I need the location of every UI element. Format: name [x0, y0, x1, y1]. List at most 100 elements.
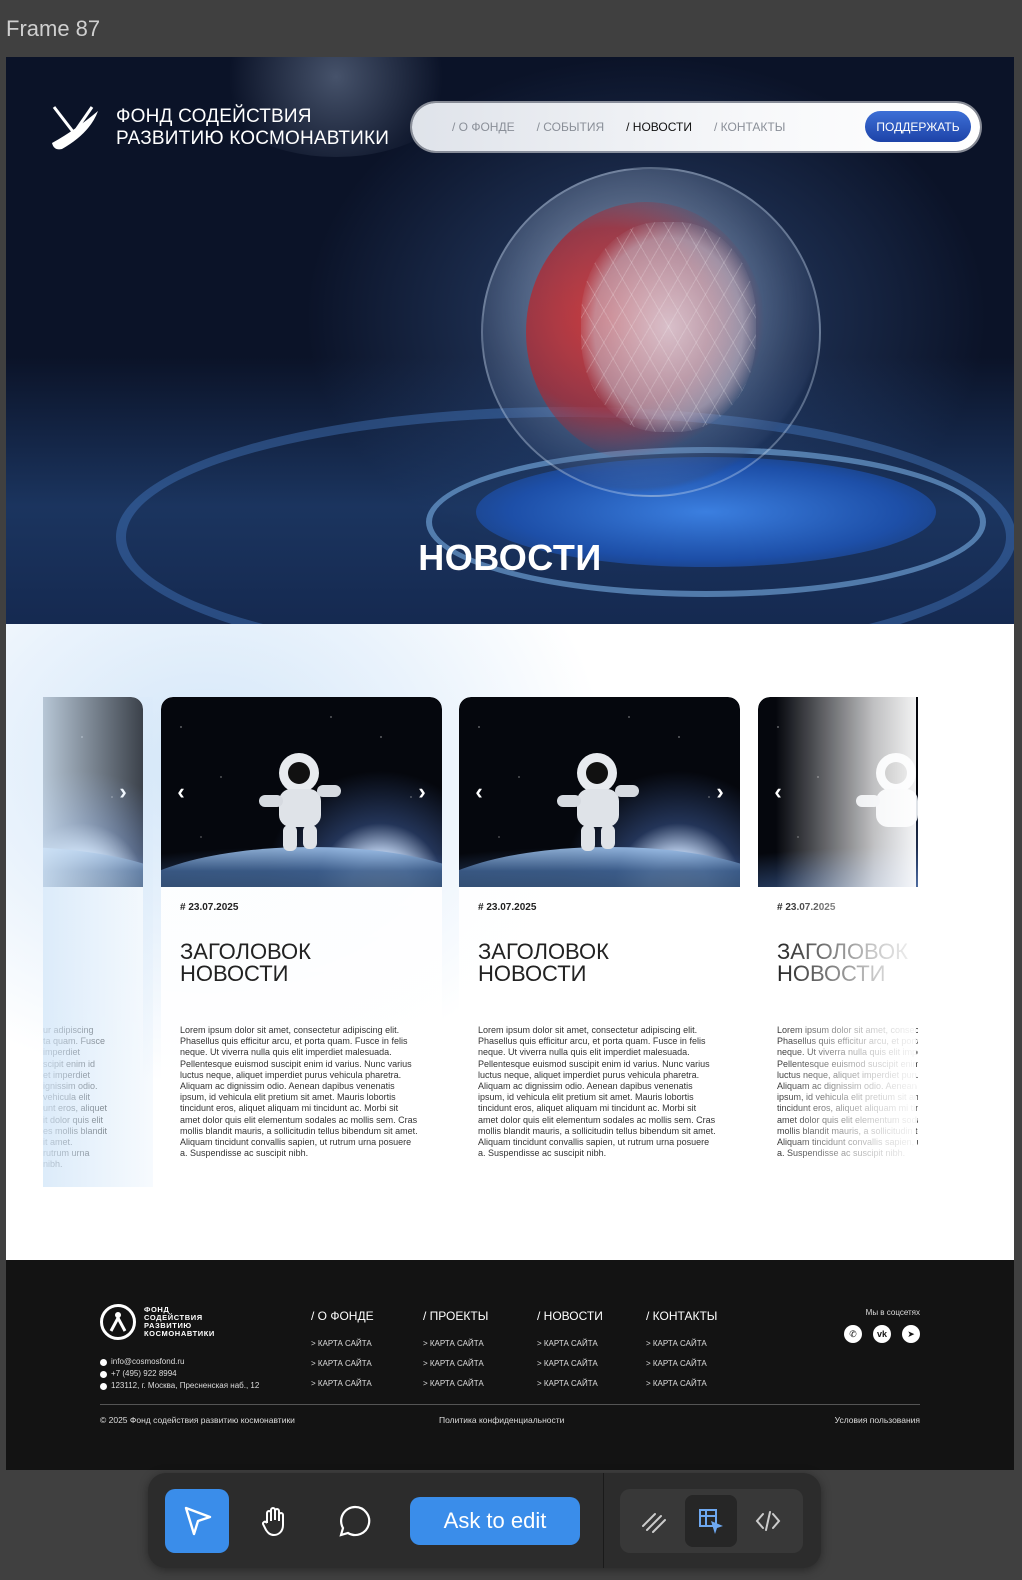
- footer-link[interactable]: > КАРТА САЙТА: [311, 1379, 374, 1388]
- social-label: Мы в соцсетях: [865, 1308, 920, 1317]
- phone-icon: [100, 1370, 107, 1378]
- code-mode-button[interactable]: [742, 1495, 794, 1547]
- next-arrow-icon[interactable]: ›: [710, 781, 730, 803]
- footer-email-text: info@cosmosfond.ru: [111, 1357, 185, 1366]
- astronaut-image: [856, 753, 918, 827]
- frame-label: Frame 87: [6, 16, 101, 41]
- prev-arrow-icon[interactable]: ‹: [469, 781, 489, 803]
- footer-logo-line: космонавтики: [144, 1329, 215, 1338]
- footer-link[interactable]: > КАРТА САЙТА: [311, 1359, 374, 1368]
- footer-col-title[interactable]: / ПРОЕКТЫ: [423, 1309, 488, 1323]
- toolbar-divider: [603, 1473, 604, 1568]
- page-title: НОВОСТИ: [418, 537, 602, 578]
- news-card-title: Заголовок новости: [180, 939, 311, 986]
- news-card: › ur adipiscing ta quam. Fusce imperdiet…: [43, 697, 143, 1177]
- design-mode-icon: [699, 1509, 723, 1534]
- footer-link[interactable]: > КАРТА САЙТА: [537, 1359, 603, 1368]
- news-card-text: Lorem ipsum dolor sit amet, consectetur …: [777, 1025, 918, 1159]
- prev-arrow-icon[interactable]: ‹: [171, 781, 191, 803]
- news-card-image: ‹: [758, 697, 918, 887]
- terms-link[interactable]: Условия пользования: [835, 1415, 920, 1425]
- site-footer: Фонд содействия развитию космонавтики in…: [6, 1260, 1014, 1470]
- news-card[interactable]: ‹ › # 23.07.2025 Заголовок новости Lorem…: [161, 697, 442, 1177]
- footer-address: 123112, г. Москва, Пресненская наб., 12: [100, 1380, 259, 1392]
- news-section: › ur adipiscing ta quam. Fusce imperdiet…: [6, 624, 1014, 1260]
- footer-link[interactable]: > КАРТА САЙТА: [537, 1339, 603, 1348]
- footer-address-text: 123112, г. Москва, Пресненская наб., 12: [111, 1381, 260, 1390]
- footer-col-contacts: / КОНТАКТЫ > КАРТА САЙТА > КАРТА САЙТА >…: [646, 1309, 717, 1399]
- draw-mode-icon: [642, 1513, 666, 1533]
- news-card-title: Заголовок новости: [478, 939, 609, 986]
- nav-item-events[interactable]: / СОБЫТИЯ: [537, 120, 605, 134]
- vk-icon[interactable]: vk: [873, 1325, 891, 1343]
- news-card-image: ‹ ›: [459, 697, 740, 887]
- footer-link[interactable]: > КАРТА САЙТА: [646, 1359, 717, 1368]
- privacy-link[interactable]: Политика конфиденциальности: [439, 1415, 564, 1425]
- design-frame: Фонд содействия развитию космонавтики / …: [6, 57, 1014, 1470]
- news-card-text: ur adipiscing ta quam. Fusce imperdiet s…: [43, 1025, 108, 1170]
- news-card-date: # 23.07.2025: [180, 902, 239, 913]
- draw-mode-button[interactable]: [628, 1495, 680, 1547]
- astronaut-image: [557, 753, 639, 851]
- copyright: © 2025 Фонд содействия развитию космонав…: [100, 1415, 295, 1425]
- footer-col-title[interactable]: / О ФОНДЕ: [311, 1309, 374, 1323]
- footer-col-title[interactable]: / НОВОСТИ: [537, 1309, 603, 1323]
- support-button[interactable]: ПОДДЕРЖАТЬ: [865, 111, 971, 142]
- footer-col-projects: / ПРОЕКТЫ > КАРТА САЙТА > КАРТА САЙТА > …: [423, 1309, 488, 1399]
- news-card-title: Заголовок новости: [777, 939, 908, 986]
- move-tool-icon: [184, 1506, 212, 1536]
- news-card-image: ›: [43, 697, 143, 887]
- news-card-partial-left[interactable]: › ur adipiscing ta quam. Fusce imperdiet…: [43, 624, 143, 1260]
- comment-tool-icon: [339, 1505, 371, 1537]
- nav-item-news[interactable]: / НОВОСТИ: [626, 120, 692, 134]
- news-card-partial-right[interactable]: ‹ # 23.07.2025 Заголовок новости Lorem i…: [758, 624, 918, 1260]
- footer-phone-text: +7 (495) 922 8994: [111, 1369, 177, 1378]
- next-arrow-icon[interactable]: ›: [412, 781, 432, 803]
- hero-section: Фонд содействия развитию космонавтики / …: [6, 57, 1014, 624]
- whatsapp-icon[interactable]: ✆: [844, 1325, 862, 1343]
- move-tool-button[interactable]: [165, 1489, 229, 1553]
- location-icon: [100, 1382, 107, 1390]
- news-card-date: # 23.07.2025: [777, 902, 836, 913]
- logo-line-1: Фонд содействия: [116, 106, 312, 127]
- footer-divider: [100, 1404, 920, 1405]
- mail-icon: [100, 1358, 107, 1366]
- nav-item-about[interactable]: / О ФОНДЕ: [452, 120, 515, 134]
- footer-link[interactable]: > КАРТА САЙТА: [423, 1339, 488, 1348]
- footer-phone[interactable]: +7 (495) 922 8994: [100, 1368, 259, 1380]
- news-card-text: Lorem ipsum dolor sit amet, consectetur …: [180, 1025, 418, 1159]
- footer-email[interactable]: info@cosmosfond.ru: [100, 1356, 259, 1368]
- footer-contacts: info@cosmosfond.ru +7 (495) 922 8994 123…: [100, 1356, 259, 1392]
- logo-line-2: развитию космонавтики: [116, 128, 390, 149]
- footer-logo-icon: [100, 1304, 136, 1340]
- nav-item-contacts[interactable]: / КОНТАКТЫ: [714, 120, 785, 134]
- code-mode-icon: [755, 1511, 781, 1531]
- site-logo[interactable]: Фонд содействия развитию космонавтики: [48, 103, 389, 153]
- footer-col-news: / НОВОСТИ > КАРТА САЙТА > КАРТА САЙТА > …: [537, 1309, 603, 1399]
- news-card[interactable]: ‹ › # 23.07.2025 Заголовок новости Lorem…: [459, 697, 740, 1177]
- footer-link[interactable]: > КАРТА САЙТА: [646, 1339, 717, 1348]
- comment-tool-button[interactable]: [323, 1489, 387, 1553]
- footer-link[interactable]: > КАРТА САЙТА: [537, 1379, 603, 1388]
- footer-logo-text: Фонд содействия развитию космонавтики: [144, 1306, 215, 1338]
- footer-logo[interactable]: Фонд содействия развитию космонавтики: [100, 1304, 215, 1340]
- hand-tool-button[interactable]: [243, 1489, 307, 1553]
- next-arrow-icon[interactable]: ›: [113, 781, 133, 803]
- prev-arrow-icon[interactable]: ‹: [768, 781, 788, 803]
- news-card-image: ‹ ›: [161, 697, 442, 887]
- social-links: ✆ vk ➤: [844, 1325, 920, 1343]
- footer-col-title[interactable]: / КОНТАКТЫ: [646, 1309, 717, 1323]
- design-mode-button[interactable]: [685, 1495, 737, 1547]
- footer-link[interactable]: > КАРТА САЙТА: [423, 1359, 488, 1368]
- telegram-icon[interactable]: ➤: [902, 1325, 920, 1343]
- logo-text: Фонд содействия развитию космонавтики: [116, 106, 389, 150]
- ask-to-edit-button[interactable]: Ask to edit: [410, 1497, 580, 1545]
- footer-link[interactable]: > КАРТА САЙТА: [423, 1379, 488, 1388]
- orbit-logo-icon: [52, 106, 98, 150]
- astronaut-image: [259, 753, 341, 851]
- editor-toolbar: Ask to edit: [148, 1473, 821, 1568]
- news-card-date: # 23.07.2025: [478, 902, 537, 913]
- globe-grid: [581, 222, 756, 432]
- footer-link[interactable]: > КАРТА САЙТА: [646, 1379, 717, 1388]
- footer-link[interactable]: > КАРТА САЙТА: [311, 1339, 374, 1348]
